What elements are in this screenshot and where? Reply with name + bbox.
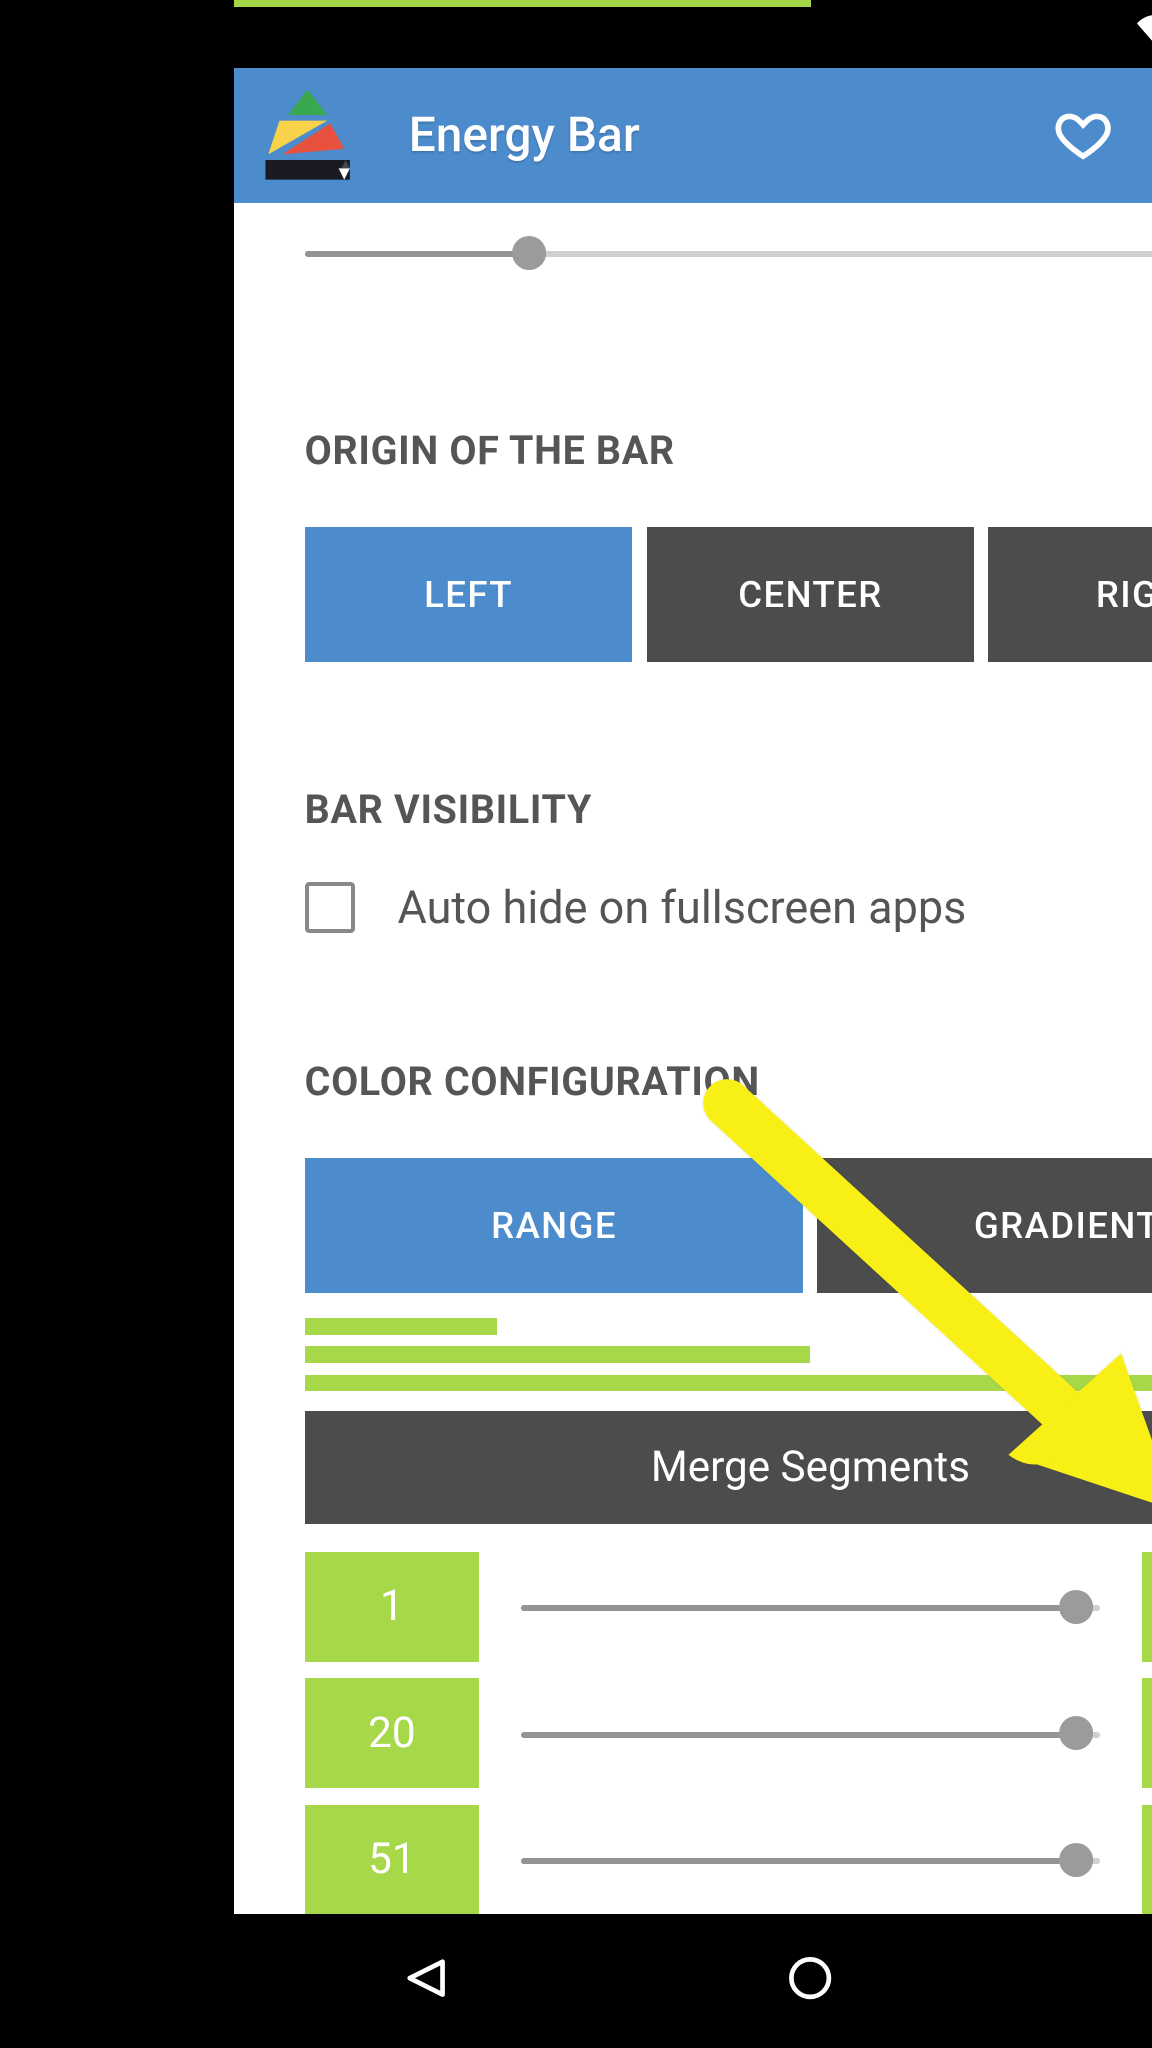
visibility-heading: BAR VISIBILITY xyxy=(305,786,1152,833)
preview-bar-3 xyxy=(305,1375,1152,1392)
energy-bar-indicator xyxy=(234,0,811,7)
segment-to-1[interactable]: 19 xyxy=(1142,1552,1152,1662)
app-logo-icon xyxy=(257,84,358,185)
segment-slider-2[interactable] xyxy=(521,1712,1099,1754)
segment-slider-1[interactable] xyxy=(521,1586,1099,1628)
heart-icon[interactable] xyxy=(1052,104,1114,166)
thickness-slider-thumb[interactable] xyxy=(512,236,546,270)
home-button[interactable] xyxy=(782,1950,838,2012)
android-status-bar: 51 6:35 xyxy=(234,0,1152,68)
color-preview-bars xyxy=(305,1318,1152,1391)
segment-to-3[interactable]: 100 xyxy=(1142,1805,1152,1913)
segment-from-1[interactable]: 1 xyxy=(305,1552,479,1662)
app-title: Energy Bar xyxy=(409,107,1013,163)
merge-segments-button[interactable]: Merge Segments xyxy=(305,1411,1152,1524)
segment-row-1: 1 19 xyxy=(305,1552,1152,1662)
segment-to-2[interactable]: 50 xyxy=(1142,1678,1152,1788)
origin-center-button[interactable]: CENTER xyxy=(647,527,975,662)
auto-hide-label: Auto hide on fullscreen apps xyxy=(397,881,966,934)
auto-hide-checkbox[interactable] xyxy=(305,882,356,933)
settings-body: 6 ORIGIN OF THE BAR LEFT CENTER RIGHT BA… xyxy=(234,203,1152,1914)
origin-buttons: LEFT CENTER RIGHT xyxy=(305,527,1152,662)
gradient-button[interactable]: GRADIENT xyxy=(817,1158,1152,1293)
thickness-row: 6 xyxy=(305,203,1152,300)
preview-bar-1 xyxy=(305,1318,497,1335)
app-header: Energy Bar xyxy=(234,68,1152,203)
segment-from-2[interactable]: 20 xyxy=(305,1678,479,1788)
color-mode-buttons: RANGE GRADIENT xyxy=(305,1158,1152,1293)
origin-left-button[interactable]: LEFT xyxy=(305,527,633,662)
origin-heading: ORIGIN OF THE BAR xyxy=(305,427,1152,474)
auto-hide-row[interactable]: Auto hide on fullscreen apps xyxy=(305,881,1152,934)
android-nav-bar xyxy=(234,1914,1152,2048)
color-heading: COLOR CONFIGURATION xyxy=(305,1058,1152,1105)
range-button[interactable]: RANGE xyxy=(305,1158,804,1293)
segment-slider-3[interactable] xyxy=(521,1839,1099,1881)
origin-right-button[interactable]: RIGHT xyxy=(988,527,1152,662)
preview-bar-2 xyxy=(305,1346,811,1363)
segment-row-3: 51 100 xyxy=(305,1805,1152,1913)
segment-list: 1 19 20 50 xyxy=(305,1552,1152,1914)
thickness-slider[interactable] xyxy=(305,232,1152,274)
back-button[interactable] xyxy=(398,1950,454,2012)
thickness-slider-fill xyxy=(305,251,530,257)
segment-row-2: 20 50 xyxy=(305,1678,1152,1788)
wifi-icon xyxy=(1137,10,1152,58)
segment-from-3[interactable]: 51 xyxy=(305,1805,479,1913)
